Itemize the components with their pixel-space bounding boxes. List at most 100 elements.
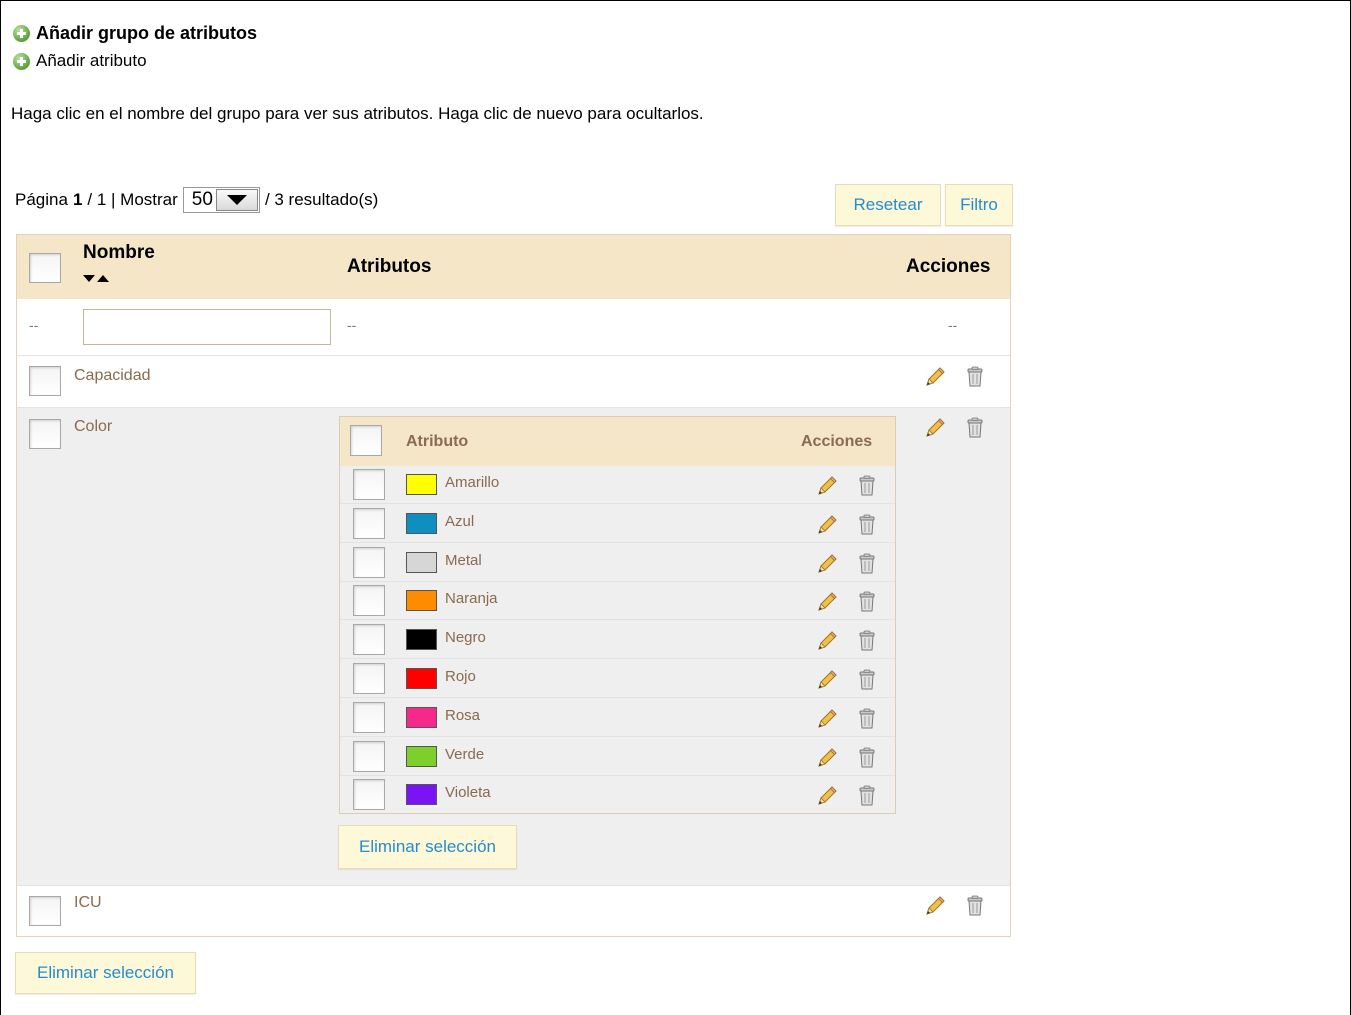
group-checkbox[interactable] [29,366,61,396]
subrow-divider [340,658,895,659]
attribute-name[interactable]: Rojo [445,668,476,685]
row-divider [17,355,1010,356]
subrow-divider [340,736,895,737]
reset-button[interactable]: Resetear [835,184,941,226]
select-all-checkbox[interactable] [29,253,61,283]
group-name-icu[interactable]: ICU [74,894,102,912]
table-header [17,235,1010,299]
sort-desc-icon[interactable] [83,274,95,283]
color-swatch [406,668,437,689]
add-group-link[interactable]: Añadir grupo de atributos [13,23,257,44]
help-text: Haga clic en el nombre del grupo para ve… [11,104,704,123]
subrow-divider [340,775,895,776]
add-icon [13,25,30,42]
trash-icon[interactable] [855,629,879,653]
delete-selection-button[interactable]: Eliminar selección [15,952,196,994]
chevron-down-icon [215,189,258,211]
color-swatch [406,746,437,767]
attribute-checkbox[interactable] [353,547,385,578]
column-actions: Acciones [906,256,991,277]
attribute-checkbox[interactable] [353,663,385,694]
edit-icon[interactable] [815,784,839,808]
trash-icon[interactable] [855,784,879,808]
attribute-name[interactable]: Verde [445,746,484,763]
group-checkbox[interactable] [29,896,61,926]
attribute-checkbox[interactable] [353,624,385,655]
group-name-capacidad[interactable]: Capacidad [74,367,151,385]
attribute-name[interactable]: Metal [445,552,482,569]
color-swatch [406,513,437,534]
edit-icon[interactable] [815,707,839,731]
color-swatch [406,784,437,805]
attribute-name[interactable]: Naranja [445,590,498,607]
filter-dash: -- [347,317,357,333]
edit-icon[interactable] [923,365,947,389]
edit-icon[interactable] [815,590,839,614]
edit-icon[interactable] [923,894,947,918]
attribute-checkbox[interactable] [353,585,385,616]
per-page-select[interactable]: 50 [182,187,260,213]
add-icon [13,52,30,70]
group-name-color[interactable]: Color [74,418,112,436]
attribute-name[interactable]: Azul [445,513,474,530]
name-filter-input[interactable] [83,309,331,345]
per-page-value: 50 [191,189,213,210]
filter-dash: -- [29,317,39,333]
filter-dash: -- [948,317,958,333]
subrow-divider [340,542,895,543]
trash-icon[interactable] [855,746,879,770]
edit-icon[interactable] [923,416,947,440]
edit-icon[interactable] [815,513,839,537]
attribute-checkbox[interactable] [353,508,385,539]
column-attribute-actions: Acciones [801,433,873,450]
attribute-name[interactable]: Rosa [445,707,480,724]
add-attribute-label: Añadir atributo [36,51,147,70]
trash-icon[interactable] [855,474,879,498]
trash-icon[interactable] [963,894,987,918]
add-group-label: Añadir grupo de atributos [36,23,258,43]
attribute-name[interactable]: Amarillo [445,474,499,491]
delete-selection-attributes-button[interactable]: Eliminar selección [338,825,517,869]
sort-asc-icon[interactable] [97,274,109,283]
subrow-divider [340,581,895,582]
attribute-checkbox[interactable] [353,469,385,500]
trash-icon[interactable] [855,513,879,537]
edit-icon[interactable] [815,552,839,576]
attribute-checkbox[interactable] [353,702,385,733]
current-page: 1 [72,190,83,209]
trash-icon[interactable] [855,668,879,692]
pagination: Página 1 / 1 | Mostrar 50 / 3 resultado(… [15,187,378,213]
color-swatch [406,552,437,573]
trash-icon[interactable] [963,365,987,389]
select-all-attributes-checkbox[interactable] [350,425,382,456]
column-attribute: Atributo [406,433,469,450]
subrow-divider [340,503,895,504]
pages-total: / 1 | Mostrar [87,190,178,209]
column-attributes: Atributos [347,256,432,277]
attribute-name[interactable]: Violeta [445,784,491,801]
row-divider [17,885,1010,886]
edit-icon[interactable] [815,474,839,498]
filter-button[interactable]: Filtro [945,184,1013,226]
edit-icon[interactable] [815,746,839,770]
group-checkbox[interactable] [29,419,61,449]
sort-controls [83,274,109,283]
attribute-name[interactable]: Negro [445,629,486,646]
trash-icon[interactable] [855,590,879,614]
edit-icon[interactable] [815,668,839,692]
color-swatch [406,629,437,650]
add-attribute-link[interactable]: Añadir atributo [13,51,147,71]
attribute-checkbox[interactable] [353,741,385,772]
edit-icon[interactable] [815,629,839,653]
results-count: / 3 resultado(s) [264,190,379,209]
trash-icon[interactable] [963,416,987,440]
trash-icon[interactable] [855,552,879,576]
color-swatch [406,474,437,495]
column-name: Nombre [83,242,155,263]
subrow-divider [340,697,895,698]
page-label: Página [15,190,68,209]
color-swatch [406,590,437,611]
subrow-divider [340,619,895,620]
attribute-checkbox[interactable] [353,779,385,810]
trash-icon[interactable] [855,707,879,731]
